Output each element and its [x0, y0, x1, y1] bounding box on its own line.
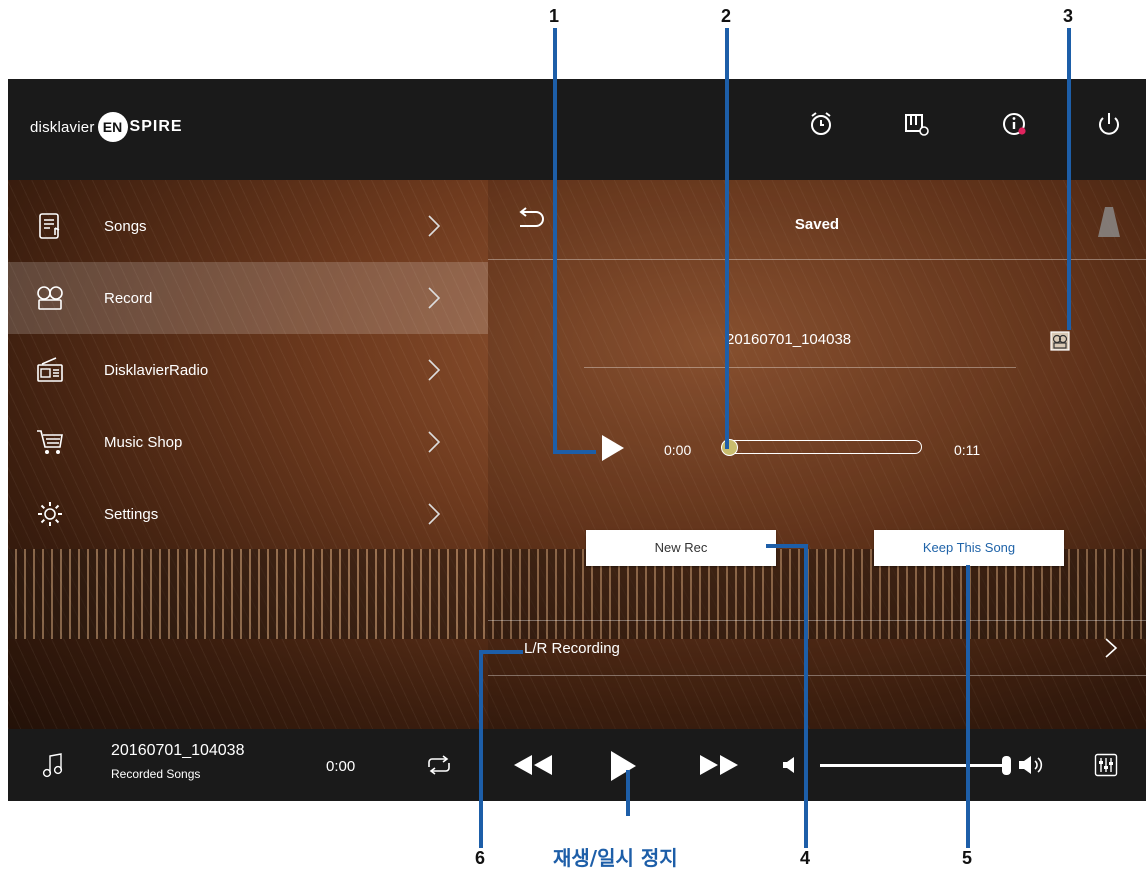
- fast-forward-icon[interactable]: [698, 753, 740, 777]
- radio-icon: [37, 357, 63, 382]
- top-bar: disklavier EN SPIRE: [8, 79, 1146, 180]
- record-icon: [37, 286, 63, 310]
- repeat-icon[interactable]: [425, 755, 453, 775]
- song-name: 20160701_104038: [726, 331, 852, 348]
- volume-high-icon: [1019, 756, 1043, 774]
- player-time: 0:00: [326, 758, 356, 775]
- callout-label-3: 3: [1063, 6, 1074, 26]
- callout-label-4: 4: [800, 848, 811, 868]
- record-icon-small[interactable]: [1050, 331, 1070, 351]
- song-name-divider: [584, 367, 1016, 368]
- lr-bottom-divider: [488, 675, 1146, 676]
- time-start: 0:00: [664, 442, 692, 458]
- songs-icon: [39, 213, 60, 239]
- logo-suffix: SPIRE: [129, 118, 183, 135]
- chevron-right-icon: [428, 287, 441, 309]
- sidebar-item-label: Settings: [104, 505, 159, 523]
- callout-label-1: 1: [549, 6, 560, 26]
- sidebar-item-label: DisklavierRadio: [104, 361, 209, 379]
- volume-low-icon: [783, 757, 794, 773]
- disklavier-app: disklavier EN SPIRE Songs Record Disklav…: [8, 79, 1146, 801]
- player-play-icon[interactable]: [608, 749, 638, 783]
- chevron-right-icon: [428, 359, 441, 381]
- player-song-subtitle: Recorded Songs: [111, 767, 201, 781]
- chevron-right-icon: [428, 431, 441, 453]
- volume-thumb[interactable]: [1002, 756, 1011, 775]
- info-icon[interactable]: [1002, 111, 1028, 137]
- chevron-right-icon[interactable]: [1104, 637, 1118, 659]
- logo-prefix: disklavier: [30, 118, 95, 136]
- logo-badge: EN: [97, 112, 128, 142]
- time-end: 0:11: [954, 442, 981, 458]
- page-title: Saved: [794, 216, 840, 233]
- lr-top-divider: [488, 620, 1146, 621]
- app-logo: disklavier EN SPIRE: [30, 112, 183, 142]
- manual-figure: disklavier EN SPIRE Songs Record Disklav…: [0, 0, 1146, 875]
- sidebar-item-label: Songs: [104, 217, 147, 235]
- keep-this-song-button[interactable]: Keep This Song: [874, 530, 1064, 566]
- header-divider: [488, 259, 1146, 260]
- sidebar-item-record[interactable]: Record: [8, 262, 488, 334]
- rewind-icon[interactable]: [512, 753, 554, 777]
- sidebar-item-music-shop[interactable]: Music Shop: [8, 406, 488, 478]
- sidebar-item-settings[interactable]: Settings: [8, 478, 488, 550]
- play-icon[interactable]: [600, 433, 626, 463]
- chevron-right-icon: [428, 215, 441, 237]
- progress-track[interactable]: [724, 440, 922, 454]
- callout-label-5: 5: [962, 848, 973, 868]
- metronome-icon[interactable]: [1096, 205, 1122, 239]
- callout-label-6: 6: [475, 848, 486, 868]
- sidebar-item-songs[interactable]: Songs: [8, 190, 488, 262]
- lr-recording-label[interactable]: L/R Recording: [524, 640, 620, 657]
- player-bar: 20160701_104038 Recorded Songs 0:00: [8, 729, 1146, 801]
- sidebar-item-disklavierradio[interactable]: DisklavierRadio: [8, 334, 488, 406]
- progress-thumb[interactable]: [721, 439, 738, 456]
- callout-label-2: 2: [721, 6, 732, 26]
- sidebar-item-label: Record: [104, 289, 153, 307]
- player-song-title: 20160701_104038: [111, 742, 245, 759]
- sidebar-menu: Songs Record DisklavierRadio Music Shop …: [8, 190, 488, 550]
- new-rec-button[interactable]: New Rec: [586, 530, 776, 566]
- piano-settings-icon[interactable]: [904, 111, 930, 137]
- volume-track[interactable]: [820, 764, 1008, 767]
- power-icon[interactable]: [1096, 111, 1122, 137]
- play-pause-caption: 재생/일시 정지: [553, 846, 678, 870]
- mixer-icon[interactable]: [1094, 753, 1118, 777]
- sidebar-item-label: Music Shop: [104, 433, 183, 451]
- cart-icon: [37, 430, 63, 454]
- chevron-right-icon: [428, 503, 441, 525]
- gear-icon: [38, 502, 62, 526]
- music-note-icon: [42, 753, 63, 778]
- alarm-clock-icon[interactable]: [808, 111, 834, 137]
